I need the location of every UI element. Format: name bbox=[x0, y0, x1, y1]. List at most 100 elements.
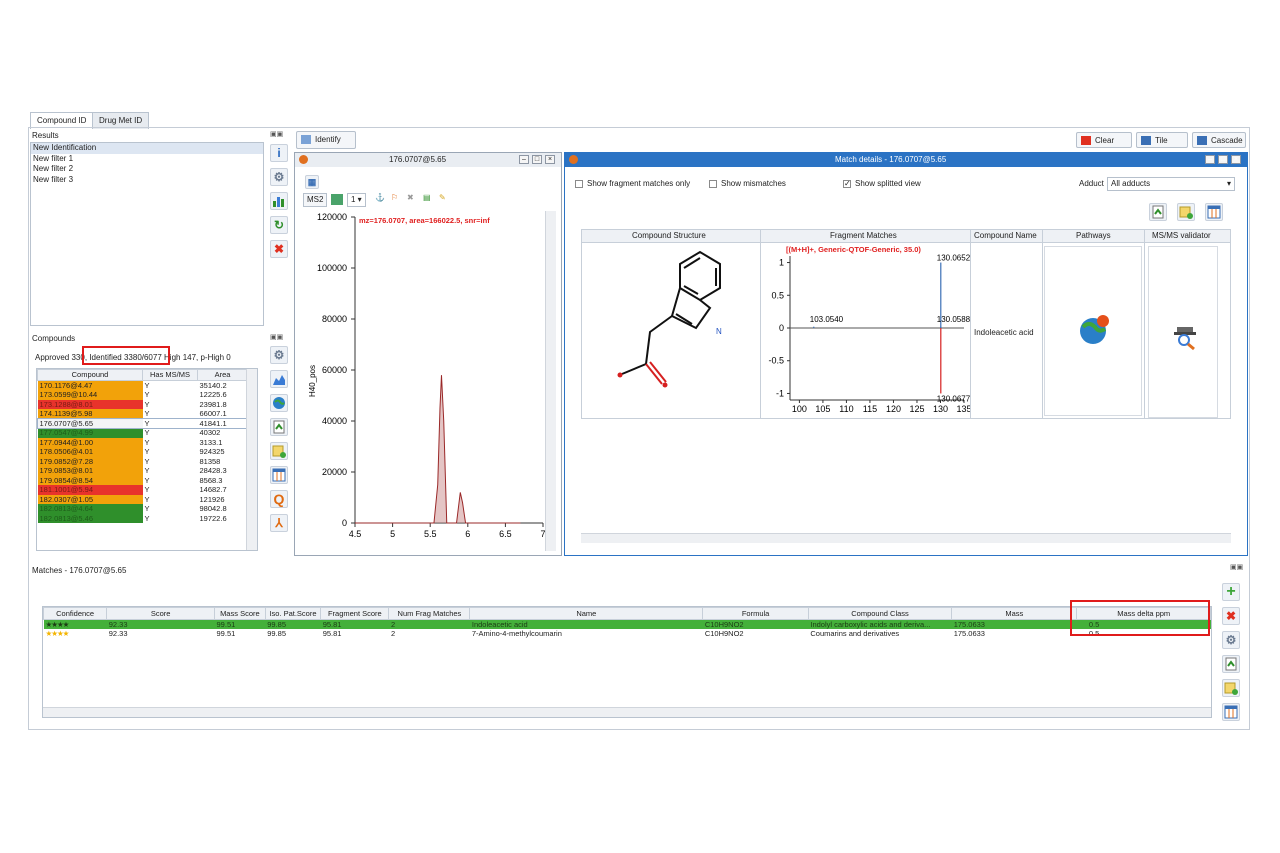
results-list-item[interactable]: New filter 2 bbox=[31, 164, 263, 175]
matches-table[interactable]: Confidence Score Mass Score Iso. Pat.Score F… bbox=[42, 606, 1212, 718]
spectrum-window-titlebar[interactable]: 176.0707@5.65 – □ × bbox=[295, 153, 561, 167]
matches-col-header[interactable]: Score bbox=[106, 607, 216, 620]
compound-row[interactable]: 174.1139@5.98 Y 66007.1 bbox=[37, 409, 248, 419]
compound-row[interactable]: 177.0944@1.00 Y 3133.1 bbox=[37, 437, 248, 447]
identify-run-icon[interactable]: ↻ bbox=[270, 216, 288, 234]
add-list-icon[interactable] bbox=[1222, 679, 1240, 697]
compounds-panel-buttons[interactable]: ▣▣ bbox=[270, 333, 283, 341]
matches-col-header[interactable]: Mass bbox=[951, 607, 1078, 620]
query-icon[interactable]: Q bbox=[270, 490, 288, 508]
show-mismatches-checkbox[interactable] bbox=[709, 180, 717, 188]
match-row[interactable]: ★★★★ 92.33 99.51 99.85 95.81 2 Indoleacetic ac… bbox=[43, 619, 1211, 629]
matches-col-header[interactable]: Confidence bbox=[43, 607, 108, 620]
compound-row[interactable]: 173.1288@8.01 Y 23981.8 bbox=[37, 399, 248, 409]
compounds-scrollbar[interactable] bbox=[246, 369, 257, 550]
matches-h-scrollbar[interactable] bbox=[43, 707, 1211, 717]
compound-row[interactable]: 179.0853@8.01 Y 28428.3 bbox=[37, 466, 248, 476]
col-area[interactable]: Area bbox=[197, 369, 248, 381]
show-fragment-checkbox[interactable] bbox=[575, 180, 583, 188]
col-has-msms[interactable]: Has MS/MS bbox=[142, 369, 198, 381]
add-list-icon[interactable] bbox=[1177, 203, 1195, 221]
anchor-icon[interactable]: ⚓ bbox=[375, 193, 385, 202]
compound-row[interactable]: 182.0813@4.64 Y 98042.8 bbox=[37, 504, 248, 514]
table-icon[interactable] bbox=[270, 466, 288, 484]
export-doc-icon[interactable] bbox=[1149, 203, 1167, 221]
chart-settings-icon[interactable]: ▦ bbox=[305, 175, 319, 189]
validator-detective-icon[interactable] bbox=[1171, 323, 1199, 351]
globe-icon[interactable] bbox=[1077, 313, 1111, 347]
tile-button[interactable]: Tile bbox=[1136, 132, 1188, 148]
table-icon[interactable] bbox=[1222, 703, 1240, 721]
compound-row[interactable]: 176.0707@5.65 Y 41841.1 bbox=[37, 417, 249, 429]
add-list-icon[interactable] bbox=[270, 442, 288, 460]
matches-col-header[interactable]: Iso. Pat.Score bbox=[264, 607, 322, 620]
matches-col-header[interactable]: Fragment Score bbox=[320, 607, 390, 620]
export-doc-icon[interactable] bbox=[1222, 655, 1240, 673]
show-split-checkbox[interactable]: ✓ bbox=[843, 180, 851, 188]
scan-select[interactable]: 1 ▾ bbox=[347, 193, 366, 207]
export-icon[interactable] bbox=[270, 418, 288, 436]
adduct-select[interactable]: All adducts ▾ bbox=[1107, 177, 1235, 191]
col-compound-name[interactable]: Compound Name bbox=[974, 231, 1037, 240]
globe-icon[interactable] bbox=[270, 394, 288, 412]
compound-row[interactable]: 179.0852@7.28 Y 81358 bbox=[37, 456, 248, 466]
peak-icon[interactable]: ⚐ bbox=[391, 193, 398, 202]
match-details-titlebar[interactable]: Match details - 176.0707@5.65 – □ × bbox=[565, 153, 1247, 167]
area-chart-icon[interactable] bbox=[270, 370, 288, 388]
col-fragment-matches[interactable]: Fragment Matches bbox=[830, 231, 897, 240]
msms-validator-cell[interactable] bbox=[1148, 246, 1218, 418]
pathways-cell[interactable] bbox=[1044, 246, 1142, 416]
minimize-button[interactable]: – bbox=[1205, 155, 1215, 164]
gears-icon[interactable]: ⚙ bbox=[270, 168, 288, 186]
maximize-button[interactable]: □ bbox=[1218, 155, 1228, 164]
col-msms-validator[interactable]: MS/MS validator bbox=[1152, 231, 1211, 240]
compound-row[interactable]: 182.0307@1.05 Y 121926 bbox=[37, 494, 248, 504]
matches-col-header[interactable]: Name bbox=[469, 607, 704, 620]
delete-icon[interactable]: ✖ bbox=[1222, 607, 1240, 625]
matches-col-header[interactable]: Formula bbox=[702, 607, 809, 620]
col-compound-structure[interactable]: Compound Structure bbox=[632, 231, 706, 240]
compound-row[interactable]: 178.0506@4.01 Y 924325 bbox=[37, 447, 248, 457]
compound-row[interactable]: 177.0547@4.99 Y 40302 bbox=[37, 428, 248, 438]
bar-chart-icon[interactable] bbox=[270, 192, 288, 210]
compound-row[interactable]: 173.0599@10.44 Y 12225.6 bbox=[37, 390, 248, 400]
gears-icon[interactable]: ⚙ bbox=[1222, 631, 1240, 649]
export-doc-icon[interactable]: ▤ bbox=[423, 193, 431, 202]
annotate-icon[interactable]: ✎ bbox=[439, 193, 446, 202]
compound-row[interactable]: 182.0813@5.46 Y 19722.6 bbox=[37, 513, 248, 523]
fragment-matches-chart[interactable]: [(M+H]+, Generic-QTOF-Generic, 35.0)1 0.5… bbox=[762, 242, 970, 419]
delete-icon[interactable]: ✖ bbox=[270, 240, 288, 258]
details-h-scrollbar[interactable] bbox=[581, 533, 1231, 543]
col-compound[interactable]: Compound bbox=[37, 369, 143, 381]
results-list-item[interactable]: New Identification bbox=[31, 143, 263, 154]
ms-level-select[interactable]: MS2 bbox=[303, 193, 328, 207]
matches-panel-buttons[interactable]: ▣▣ bbox=[1230, 563, 1243, 571]
cascade-button[interactable]: Cascade bbox=[1192, 132, 1246, 148]
close-button[interactable]: × bbox=[1231, 155, 1241, 164]
match-row[interactable]: ★★★★ 92.33 99.51 99.85 95.81 2 7-Amino-4-methy… bbox=[44, 629, 1211, 638]
maximize-button[interactable]: □ bbox=[532, 155, 542, 164]
image-icon[interactable] bbox=[331, 194, 343, 205]
structure-icon[interactable]: ⅄ bbox=[270, 514, 288, 532]
minimize-button[interactable]: – bbox=[519, 155, 529, 164]
identify-button[interactable]: Identify ... bbox=[296, 131, 356, 160]
compound-row[interactable]: 170.1176@4.47 Y 35140.2 bbox=[37, 380, 248, 390]
remove-icon[interactable]: ✖ bbox=[407, 193, 414, 202]
matches-col-header[interactable]: Compound Class bbox=[807, 607, 953, 620]
spectrum-chart[interactable]: 0 20000 40000 60000 80000 100000 120000 4.5 5 5.5… bbox=[297, 211, 553, 551]
matches-col-header[interactable]: Num Frag Matches bbox=[388, 607, 471, 620]
results-panel-buttons[interactable]: ▣▣ bbox=[270, 130, 283, 138]
gears-icon[interactable]: ⚙ bbox=[270, 346, 288, 364]
compounds-table[interactable]: Compound Has MS/MS Area 170.1176@4.47 Y 35… bbox=[36, 368, 258, 551]
info-icon[interactable]: i bbox=[270, 144, 288, 162]
results-list[interactable]: New Identification New filter 1 New filter… bbox=[30, 142, 264, 326]
add-icon[interactable]: + bbox=[1222, 583, 1240, 601]
compound-row[interactable]: 179.0854@8.54 Y 8568.3 bbox=[37, 475, 248, 485]
results-list-item[interactable]: New filter 1 bbox=[31, 154, 263, 165]
results-list-item[interactable]: New filter 3 bbox=[31, 175, 263, 186]
table-icon[interactable] bbox=[1205, 203, 1223, 221]
col-pathways[interactable]: Pathways bbox=[1076, 231, 1111, 240]
close-button[interactable]: × bbox=[545, 155, 555, 164]
matches-col-header[interactable]: Mass Score bbox=[214, 607, 266, 620]
clear-button[interactable]: Clear bbox=[1076, 132, 1132, 148]
